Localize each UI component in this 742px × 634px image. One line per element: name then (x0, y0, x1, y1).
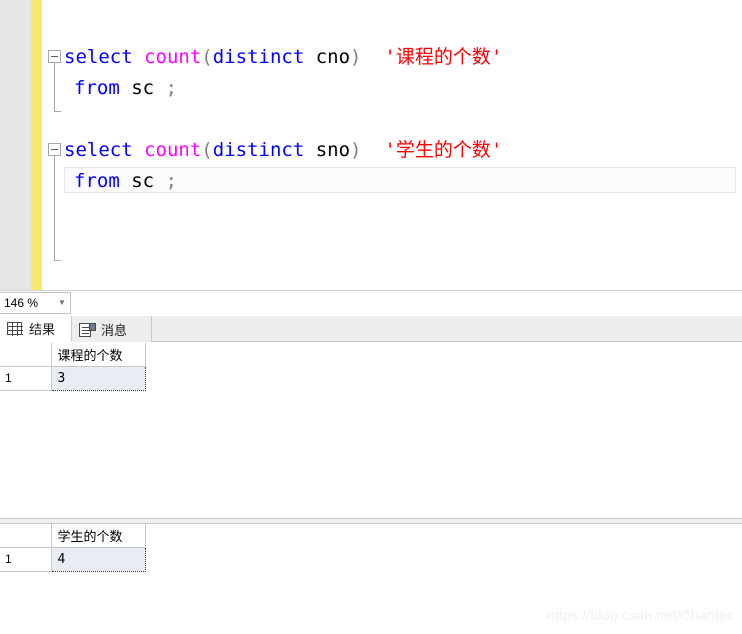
grid-column-header[interactable]: 课程的个数 (51, 343, 146, 367)
student-count-grid[interactable]: 学生的个数 1 4 (0, 524, 146, 572)
code-token-keyword: select (64, 46, 133, 68)
grid-corner-cell[interactable] (0, 343, 52, 367)
message-icon (79, 322, 96, 337)
code-line-line-4[interactable]: select count(distinct sno) '学生的个数' (64, 139, 502, 161)
code-token-punctuation: ) (350, 139, 362, 161)
code-token-punctuation: ( (201, 139, 213, 161)
outline-connector (54, 63, 55, 111)
code-token-identifier: cno (315, 46, 351, 68)
table-row[interactable]: 14 (0, 546, 146, 572)
tab-results[interactable]: 结果 (0, 316, 72, 342)
grid-corner-cell[interactable] (0, 524, 52, 548)
editor-outline-column[interactable] (42, 0, 64, 290)
sql-editor-pane[interactable]: select count(distinct cno) '课程的个数' from s… (0, 0, 742, 290)
zoom-level-dropdown[interactable]: 146 % ▼ (0, 292, 71, 314)
grid-icon (7, 321, 24, 336)
collapse-region-toggle-2[interactable] (48, 143, 61, 156)
code-line-line-5[interactable]: from sc ; (74, 170, 177, 192)
message-icon-glyph (79, 322, 96, 337)
editor-line-number-gutter (0, 0, 31, 290)
collapse-region-toggle-1[interactable] (48, 50, 61, 63)
tab-label: 结果 (29, 322, 56, 337)
grid-row-header[interactable]: 1 (0, 366, 52, 391)
results-tab-strip[interactable]: 结果 消息 (0, 316, 742, 342)
code-line-line-2[interactable]: from sc ; (74, 77, 177, 99)
code-token-function: count (144, 46, 202, 68)
grid-column-header[interactable]: 学生的个数 (51, 524, 146, 548)
grid-row-header[interactable]: 1 (0, 547, 52, 572)
grid-data-cell[interactable]: 3 (51, 365, 146, 391)
code-token-keyword: from (74, 77, 120, 99)
blog-watermark: https://blog.csdn.net/Chantec (546, 607, 734, 623)
code-token-punctuation: ; (165, 77, 178, 99)
code-token-keyword: from (74, 170, 120, 192)
course-count-grid[interactable]: 课程的个数 1 3 (0, 343, 146, 391)
code-token-identifier: sc (131, 170, 155, 192)
code-token-identifier: sno (315, 139, 351, 161)
editor-change-bar (31, 0, 42, 290)
code-line-line-1[interactable]: select count(distinct cno) '课程的个数' (64, 46, 502, 68)
code-token-string: '学生的个数' (384, 139, 503, 161)
zoom-level-value: 146 % (4, 296, 39, 310)
table-row[interactable]: 13 (0, 365, 146, 391)
grid-data-cell[interactable]: 4 (51, 546, 146, 572)
code-token-punctuation: ( (201, 46, 213, 68)
code-token-keyword: distinct (212, 46, 305, 68)
results-grid-pane-1[interactable]: 课程的个数 1 3 (0, 343, 742, 518)
code-token-identifier: sc (131, 77, 155, 99)
code-token-keyword: select (64, 139, 133, 161)
code-token-function: count (144, 139, 202, 161)
code-token-string: '课程的个数' (384, 46, 503, 68)
grid-header-row: 课程的个数 (0, 343, 146, 367)
code-token-punctuation: ) (350, 46, 362, 68)
code-token-punctuation: ; (165, 170, 178, 192)
outline-region-end (54, 260, 61, 261)
code-token-keyword: distinct (212, 139, 305, 161)
editor-text-surface[interactable]: select count(distinct cno) '课程的个数' from s… (42, 0, 742, 290)
outline-region-end (54, 111, 61, 112)
chevron-down-icon[interactable]: ▼ (54, 299, 70, 307)
grid-header-row: 学生的个数 (0, 524, 146, 548)
tab-messages[interactable]: 消息 (72, 316, 152, 342)
ssms-query-window: select count(distinct cno) '课程的个数' from s… (0, 0, 742, 634)
editor-zoom-bar: 146 % ▼ (0, 290, 742, 315)
grid-icon-glyph (7, 322, 23, 336)
outline-connector (54, 156, 55, 260)
tab-label: 消息 (101, 322, 128, 338)
